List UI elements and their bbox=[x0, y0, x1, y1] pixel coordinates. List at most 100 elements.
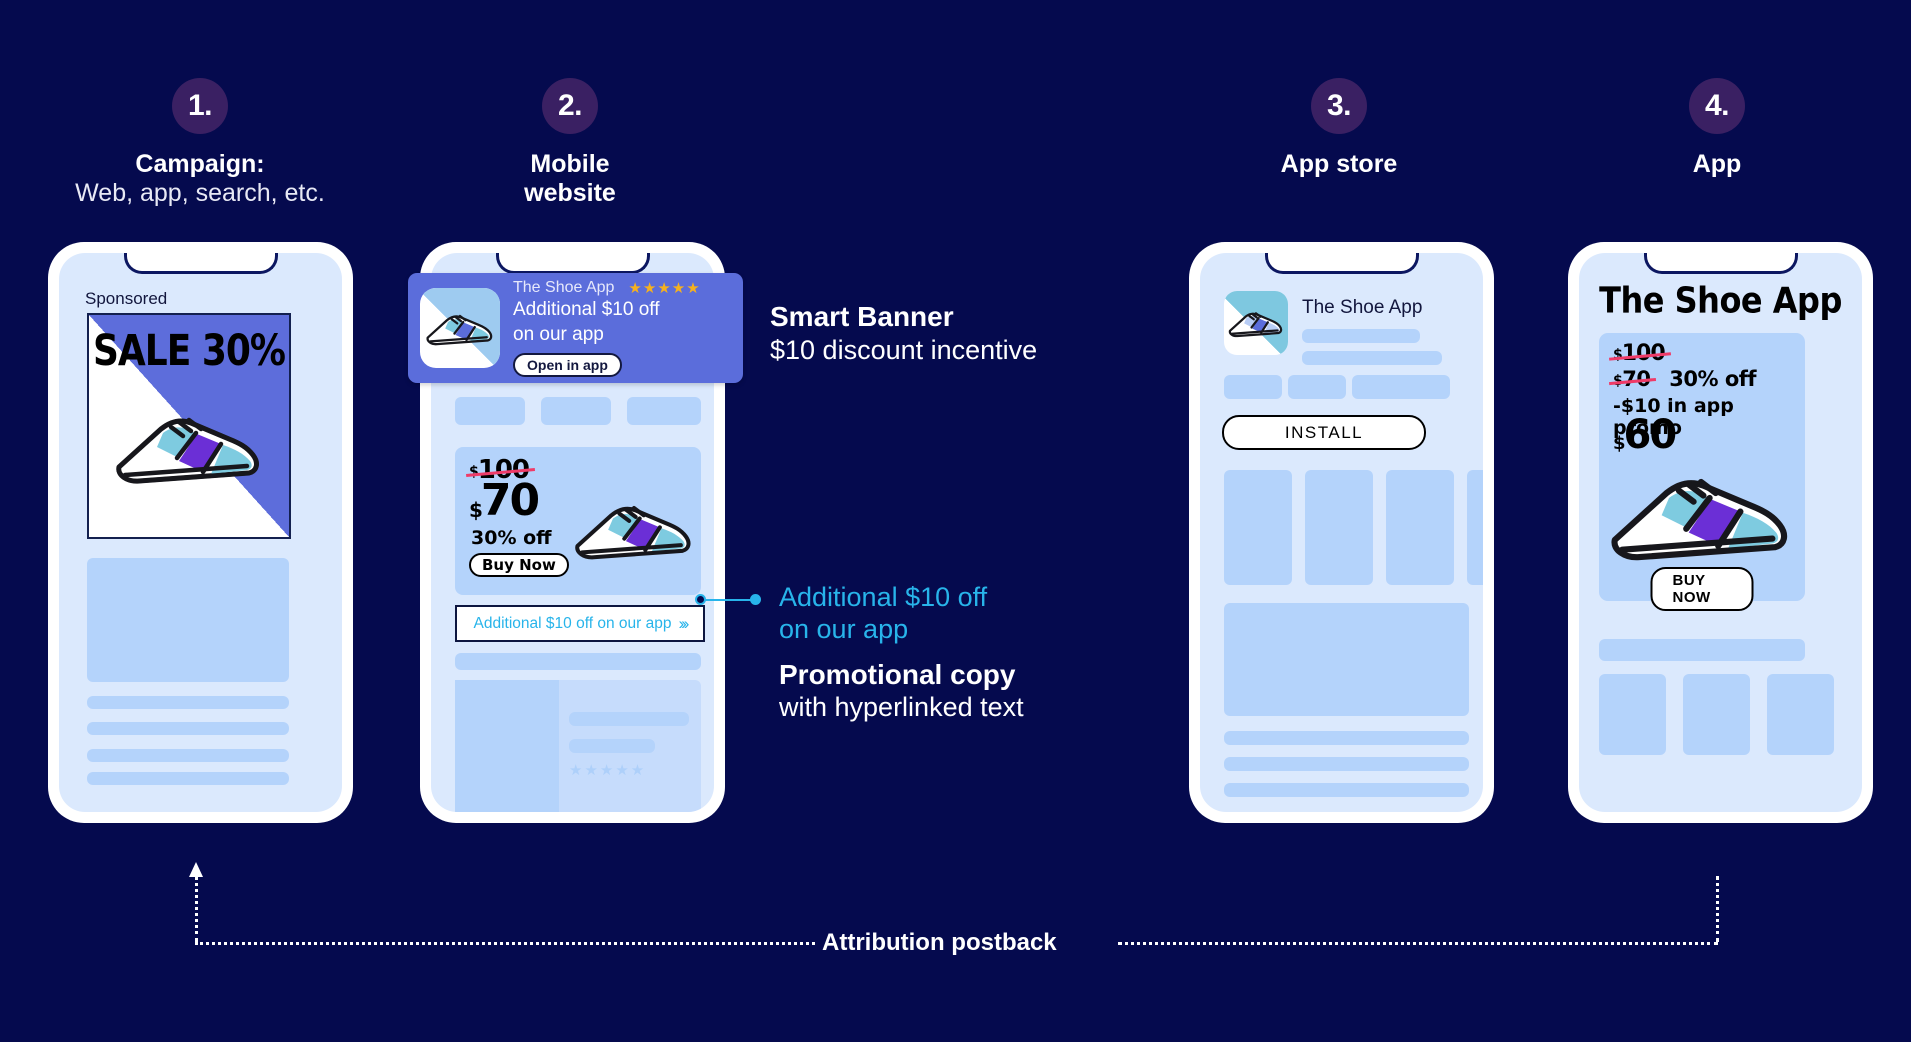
phone4-notch bbox=[1643, 253, 1798, 274]
content-placeholder-tile bbox=[1599, 674, 1666, 755]
phone2-notch bbox=[495, 253, 650, 274]
step-number-2: 2. bbox=[557, 89, 583, 122]
annotation-promo-subtitle: with hyperlinked text bbox=[779, 692, 1024, 723]
sponsored-label: Sponsored bbox=[85, 289, 168, 308]
currency-symbol: $ bbox=[469, 498, 483, 522]
screenshot-placeholder bbox=[1386, 470, 1454, 585]
infographic-canvas: 1. Campaign: Web, app, search, etc. 2. M… bbox=[0, 0, 1911, 1042]
callout-connector-dot-end bbox=[750, 594, 761, 605]
smart-banner-content: The Shoe App ★★★★★ Additional $10 off on… bbox=[513, 279, 701, 377]
rating-stars-icon: ★★★★★ bbox=[628, 280, 701, 298]
chevron-right-icon: ››› bbox=[678, 613, 689, 633]
phone-mockup-app: The Shoe App $100 $70 30% off -$10 in ap… bbox=[1568, 242, 1873, 823]
content-placeholder-line bbox=[569, 739, 655, 753]
content-placeholder-line bbox=[569, 712, 689, 726]
screenshot-placeholder bbox=[1305, 470, 1373, 585]
discount-label: 30% off bbox=[1669, 367, 1757, 391]
phone-mockup-app-store: The Shoe App INSTALL bbox=[1189, 242, 1494, 823]
app-store-app-name: The Shoe App bbox=[1302, 297, 1423, 318]
content-placeholder-line bbox=[1224, 731, 1469, 745]
final-price-value: 60 bbox=[1623, 412, 1678, 458]
callout-connector-line bbox=[700, 599, 755, 601]
content-placeholder-chip bbox=[1288, 375, 1346, 399]
phone3-screen: The Shoe App INSTALL bbox=[1200, 253, 1483, 812]
buy-now-button[interactable]: BUY NOW bbox=[1650, 567, 1754, 611]
step-subtitle-1: Web, app, search, etc. bbox=[75, 179, 325, 207]
nav-placeholder-chip bbox=[541, 397, 611, 425]
screenshot-placeholder bbox=[1467, 470, 1483, 585]
smart-banner-app-name: The Shoe App bbox=[513, 279, 615, 297]
annotation-smart-banner-subtitle: $10 discount incentive bbox=[770, 334, 1038, 365]
phone4-screen: The Shoe App $100 $70 30% off -$10 in ap… bbox=[1579, 253, 1862, 812]
step-title-2: Mobile bbox=[530, 150, 610, 178]
final-price: $60 bbox=[1613, 412, 1678, 458]
annotation-promotional-copy: Additional $10 off on our app Promotiona… bbox=[779, 581, 1024, 724]
annotation-smart-banner: Smart Banner $10 discount incentive bbox=[770, 300, 1037, 366]
phone-mockup-campaign: Sponsored SALE 30% bbox=[48, 242, 353, 823]
discounted-price-row: $70 30% off bbox=[1608, 367, 1757, 391]
content-placeholder-hero bbox=[87, 558, 289, 682]
phone1-notch bbox=[123, 253, 278, 274]
annotation-promo-link-line2: on our app bbox=[779, 614, 909, 645]
smart-banner[interactable]: The Shoe App ★★★★★ Additional $10 off on… bbox=[408, 273, 743, 383]
sneaker-illustration bbox=[571, 493, 697, 570]
step-number-badge-2: 2. bbox=[542, 78, 598, 134]
annotation-promo-title: Promotional copy bbox=[779, 658, 1016, 690]
sponsored-ad-creative[interactable]: SALE 30% bbox=[87, 313, 291, 539]
currency-symbol: $ bbox=[1613, 433, 1625, 454]
open-in-app-button[interactable]: Open in app bbox=[513, 352, 622, 377]
sale-price: $70 bbox=[469, 479, 540, 523]
step-number-badge-4: 4. bbox=[1689, 78, 1745, 134]
sale-price-value: 70 bbox=[480, 475, 540, 526]
rating-stars-placeholder: ★★★★★ bbox=[569, 762, 647, 779]
attribution-postback-label: Attribution postback bbox=[822, 929, 1057, 956]
sneaker-illustration bbox=[1605, 461, 1797, 572]
product-price-card: $100 $70 30% off Buy Now bbox=[455, 447, 701, 595]
content-placeholder-line bbox=[87, 696, 289, 709]
step-header-3: 3. App store bbox=[1129, 78, 1549, 179]
nav-placeholder-chip bbox=[455, 397, 525, 425]
content-placeholder-line bbox=[87, 772, 289, 785]
content-placeholder-line bbox=[87, 749, 289, 762]
currency-symbol: $ bbox=[1613, 347, 1623, 363]
step-header-2: 2. Mobile website bbox=[360, 78, 780, 208]
app-header-title: The Shoe App bbox=[1599, 278, 1842, 322]
content-placeholder-line bbox=[1224, 757, 1469, 771]
original-price: $100 bbox=[1609, 341, 1671, 366]
step-title-3: App store bbox=[1280, 150, 1398, 178]
smart-banner-headline-line1: Additional $10 off bbox=[513, 299, 660, 321]
step-header-4: 4. App bbox=[1507, 78, 1911, 179]
phone1-screen: Sponsored SALE 30% bbox=[59, 253, 342, 812]
buy-now-button[interactable]: Buy Now bbox=[469, 553, 569, 577]
smart-banner-headline-line2: on our app bbox=[513, 323, 604, 345]
second-price: $70 bbox=[1608, 367, 1657, 391]
content-placeholder-tile bbox=[1767, 674, 1834, 755]
currency-symbol: $ bbox=[469, 464, 479, 480]
promotional-hyperlink[interactable]: Additional $10 off on our app ››› bbox=[455, 605, 705, 642]
content-placeholder-line bbox=[1302, 351, 1442, 365]
install-button[interactable]: INSTALL bbox=[1222, 415, 1426, 450]
step-number-badge-1: 1. bbox=[172, 78, 228, 134]
attribution-line-right bbox=[1716, 876, 1719, 942]
content-placeholder-line bbox=[1302, 329, 1420, 343]
step-number-badge-3: 3. bbox=[1311, 78, 1367, 134]
content-placeholder-line bbox=[87, 722, 289, 735]
annotation-promo-link-line1: Additional $10 off bbox=[779, 582, 988, 612]
phone3-notch bbox=[1264, 253, 1419, 274]
attribution-arrow-icon bbox=[189, 862, 203, 877]
step-title-1: Campaign: bbox=[135, 150, 265, 178]
promo-link-text: Additional $10 off on our app bbox=[473, 614, 672, 632]
step-subtitle-2: website bbox=[524, 179, 616, 207]
step-header-1: 1. Campaign: Web, app, search, etc. bbox=[0, 78, 410, 208]
sneaker-illustration bbox=[111, 403, 267, 494]
nav-placeholder-chip bbox=[627, 397, 701, 425]
ad-headline: SALE 30% bbox=[92, 327, 286, 376]
callout-connector-dot-start bbox=[695, 594, 706, 605]
content-placeholder-tile bbox=[1683, 674, 1750, 755]
content-placeholder-line bbox=[455, 653, 701, 670]
step-title-4: App bbox=[1692, 150, 1742, 178]
step-number-4: 4. bbox=[1704, 89, 1730, 122]
app-product-card: $100 $70 30% off -$10 in app promo $60 bbox=[1599, 333, 1805, 611]
app-icon bbox=[420, 288, 500, 368]
attribution-line-bottom-left bbox=[195, 942, 815, 945]
